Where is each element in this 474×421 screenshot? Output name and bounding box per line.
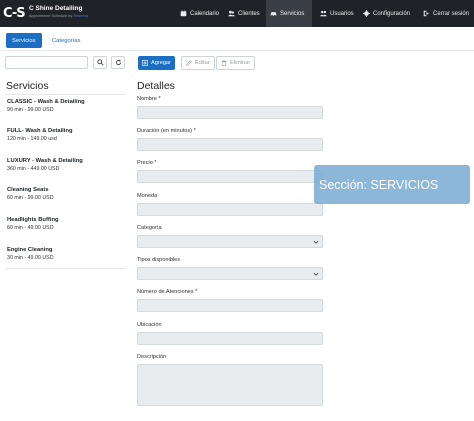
nav-calendario-label: Calendario — [190, 10, 220, 17]
tabs-divider — [0, 50, 474, 51]
details-title: Detalles — [137, 80, 175, 92]
field-label-atenciones: Número de Atenciones * — [137, 289, 198, 295]
service-meta: 360 min - 449.00 USD — [7, 166, 60, 172]
field-label-tipos: Tipos disponibles — [137, 257, 181, 263]
service-meta: 120 min - 149.00 usd — [7, 136, 57, 142]
chevron-down-icon — [313, 272, 319, 276]
field-label-duracion: Duración (en minutos) * — [137, 128, 196, 134]
tipos-select[interactable] — [137, 267, 323, 280]
field-label-precio: Precio * — [137, 160, 157, 166]
brand-tagline: Appointment Schedule by Reserbiz — [29, 14, 88, 19]
service-name: Headlights Buffing — [7, 217, 59, 223]
service-name: Cleaning Seats — [7, 187, 49, 193]
list-item[interactable]: Cleaning Seats 60 min - 99.00 USD — [7, 186, 54, 202]
service-meta: 60 min - 99.00 USD — [7, 195, 54, 201]
nav-cerrar-sesion[interactable]: Cerrar sesión — [419, 0, 473, 27]
delete-button[interactable]: Eliminar — [216, 56, 256, 70]
tab-categorias[interactable]: Categorías — [46, 33, 86, 48]
moneda-field[interactable] — [137, 203, 323, 216]
service-meta: 90 min - 99.00 USD — [7, 107, 54, 113]
calendar-icon — [180, 10, 187, 17]
brand-name: C Shine Detailing — [29, 5, 83, 12]
edit-button-label: Editar — [195, 60, 210, 66]
refresh-icon — [115, 59, 121, 66]
field-label-descripcion: Descripción — [137, 354, 167, 360]
search-icon — [96, 59, 104, 66]
field-label-categoria: Categoría — [137, 225, 162, 231]
field-label-nombre: Nombre * — [137, 96, 161, 102]
service-name: FULL- Wash & Detailing — [7, 128, 73, 134]
list-item[interactable]: Engine Cleaning 30 min - 49.00 USD — [7, 246, 54, 262]
ubicacion-field[interactable] — [137, 332, 323, 345]
service-name: CLASSIC - Wash & Detailing — [7, 99, 85, 105]
nav-servicios[interactable]: Servicios — [266, 0, 312, 27]
services-list-divider — [5, 94, 126, 95]
plus-icon — [142, 60, 148, 66]
list-item[interactable]: CLASSIC - Wash & Detailing 90 min - 99.0… — [7, 98, 85, 114]
list-item[interactable]: FULL- Wash & Detailing 120 min - 149.00 … — [7, 127, 72, 143]
services-list-end-divider — [5, 268, 126, 269]
list-item[interactable]: LUXURY - Wash & Detailing 360 min - 449.… — [7, 157, 83, 173]
brand-tagline-by: Reserbiz — [73, 14, 89, 18]
users-icon — [228, 10, 235, 17]
user-group-icon — [320, 10, 327, 17]
top-navbar: C-S C Shine Detailing Appointment Schedu… — [0, 0, 474, 27]
tab-servicios[interactable]: Servicios — [6, 33, 42, 48]
descripcion-textarea[interactable] — [137, 364, 323, 406]
nombre-field[interactable] — [137, 106, 323, 119]
categoria-select[interactable] — [137, 235, 323, 248]
service-name: Engine Cleaning — [7, 247, 53, 253]
brand-tagline-prefix: Appointment Schedule by — [29, 14, 73, 18]
add-button[interactable]: Agregar — [138, 56, 175, 70]
brand-logo[interactable]: C-S — [3, 5, 26, 22]
section-banner: Sección: SERVICIOS — [314, 165, 470, 204]
trash-icon — [221, 60, 227, 66]
chevron-down-icon — [313, 240, 319, 244]
edit-button[interactable]: Editar — [181, 56, 215, 70]
nav-servicios-label: Servicios — [280, 10, 305, 17]
search-button[interactable] — [93, 56, 107, 69]
service-name: LUXURY - Wash & Detailing — [7, 158, 83, 164]
nav-cerrar-sesion-label: Cerrar sesión — [433, 10, 470, 17]
refresh-button[interactable] — [111, 56, 125, 69]
field-label-moneda: Moneda — [137, 193, 158, 199]
nav-calendario[interactable]: Calendario — [176, 0, 223, 27]
add-button-label: Agregar — [151, 60, 171, 66]
gear-icon — [363, 10, 370, 17]
nav-configuracion[interactable]: Configuración — [359, 0, 414, 27]
nav-usuarios[interactable]: Usuarios — [316, 0, 358, 27]
field-label-ubicacion: Ubicación — [137, 322, 162, 328]
nav-clientes[interactable]: Clientes — [224, 0, 264, 27]
nav-clientes-label: Clientes — [238, 10, 260, 17]
service-meta: 60 min - 49.00 USD — [7, 225, 54, 231]
logout-icon — [423, 10, 429, 17]
list-item[interactable]: Headlights Buffing 60 min - 49.00 USD — [7, 216, 59, 232]
car-icon — [270, 12, 277, 17]
nav-usuarios-label: Usuarios — [330, 10, 354, 17]
services-list-title: Servicios — [6, 80, 49, 92]
precio-field[interactable] — [137, 170, 323, 183]
delete-button-label: Eliminar — [230, 60, 251, 66]
edit-icon — [186, 60, 192, 66]
search-input[interactable] — [5, 56, 88, 69]
duracion-field[interactable] — [137, 138, 323, 151]
atenciones-field[interactable] — [137, 299, 323, 312]
service-meta: 30 min - 49.00 USD — [7, 255, 54, 261]
nav-configuracion-label: Configuración — [373, 10, 411, 17]
